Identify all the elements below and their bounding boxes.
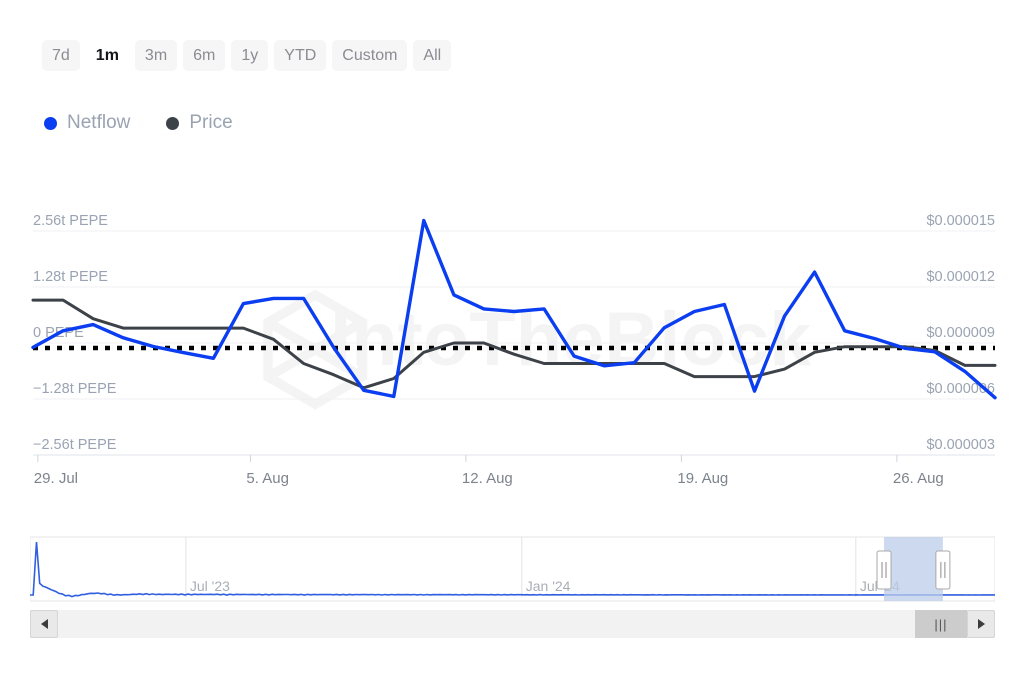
navigator-handle-left[interactable] <box>877 551 891 589</box>
arrow-left-icon <box>41 619 48 629</box>
navigator-handle-right[interactable] <box>936 551 950 589</box>
chart-page: 7d1m3m6m1yYTDCustomAll NetflowPrice Into… <box>0 0 1024 683</box>
navigator-canvas: Jul '23Jan '24Jul '24 <box>30 533 995 605</box>
left-axis-tick-label: 2.56t PEPE <box>33 213 108 229</box>
range-button-3m[interactable]: 3m <box>135 40 177 71</box>
x-axis-tick-label: 19. Aug <box>677 470 728 487</box>
legend-label: Netflow <box>67 112 130 134</box>
range-navigator[interactable]: Jul '23Jan '24Jul '24 <box>30 533 995 605</box>
right-axis-tick-label: $0.000015 <box>926 213 995 229</box>
left-axis-tick-label: −1.28t PEPE <box>33 381 117 397</box>
x-axis-tick-label: 5. Aug <box>246 470 289 487</box>
main-chart[interactable]: IntoTheBlock 2.56t PEPE1.28t PEPE0 PEPE−… <box>0 195 1024 495</box>
right-axis-tick-label: $0.000003 <box>926 437 995 453</box>
scrollbar-thumb[interactable]: ||| <box>915 610 967 638</box>
navigator-tick-label: Jan '24 <box>526 578 571 594</box>
legend-item-price[interactable]: Price <box>166 112 232 134</box>
chart-legend: Netflow Price <box>44 112 233 134</box>
x-axis-tick-label: 29. Jul <box>34 470 78 487</box>
range-button-7d[interactable]: 7d <box>42 40 80 71</box>
left-axis-tick-label: 1.28t PEPE <box>33 269 108 285</box>
range-button-1m[interactable]: 1m <box>86 40 129 71</box>
legend-item-netflow[interactable]: Netflow <box>44 112 130 134</box>
legend-dot-icon <box>44 117 57 130</box>
x-axis-tick-label: 26. Aug <box>893 470 944 487</box>
x-axis-tick-label: 12. Aug <box>462 470 513 487</box>
range-button-ytd[interactable]: YTD <box>274 40 326 71</box>
right-axis-tick-label: $0.000009 <box>926 325 995 341</box>
navigator-selection[interactable] <box>884 537 943 601</box>
navigator-tick-label: Jul '23 <box>190 578 230 594</box>
arrow-right-icon <box>978 619 985 629</box>
left-axis-tick-label: −2.56t PEPE <box>33 437 117 453</box>
legend-label: Price <box>189 112 232 134</box>
navigator-frame <box>30 537 995 601</box>
legend-dot-icon <box>166 117 179 130</box>
scroll-left-button[interactable] <box>30 610 58 638</box>
range-button-all[interactable]: All <box>413 40 451 71</box>
range-button-custom[interactable]: Custom <box>332 40 407 71</box>
x-axis: 29. Jul 5. Aug 12. Aug 19. Aug 26. Aug <box>33 455 995 487</box>
range-button-6m[interactable]: 6m <box>183 40 225 71</box>
gridlines <box>33 231 995 455</box>
range-button-1y[interactable]: 1y <box>231 40 268 71</box>
grip-icon: ||| <box>934 618 947 631</box>
chart-canvas: IntoTheBlock 2.56t PEPE1.28t PEPE0 PEPE−… <box>0 195 1024 495</box>
right-axis-tick-label: $0.000012 <box>926 269 995 285</box>
scroll-right-button[interactable] <box>967 610 995 638</box>
range-selector: 7d1m3m6m1yYTDCustomAll <box>42 40 451 71</box>
chart-scrollbar[interactable]: ||| <box>30 610 995 638</box>
